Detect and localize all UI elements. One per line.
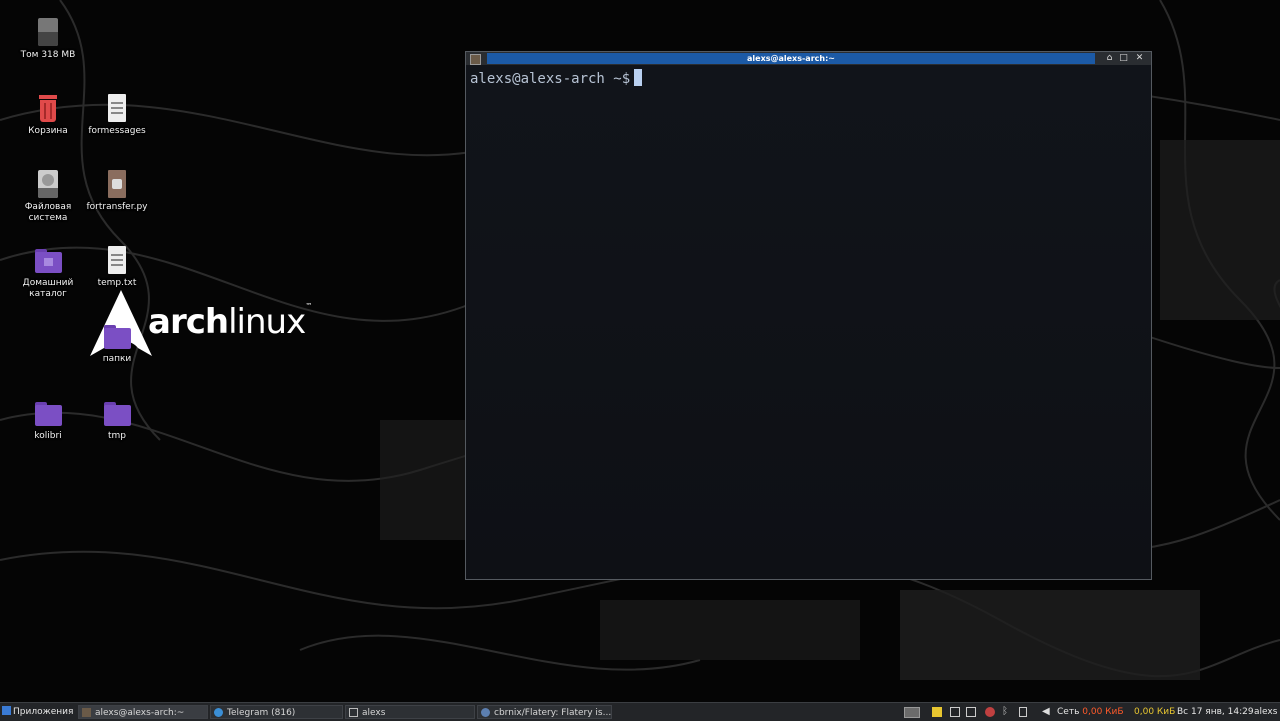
desktop-icon-trash[interactable]: Корзина [13,92,83,137]
close-window-icon[interactable]: ✕ [1134,53,1145,64]
network-download-rate: 0,00 КиБ [1082,707,1124,717]
desktop-icon-label: fortransfer.py [86,202,148,212]
maximize-window-icon[interactable]: □ [1118,53,1129,64]
home-icon [349,708,358,717]
network-monitor[interactable]: Сеть 0,00 КиБ [1057,703,1124,721]
clock[interactable]: Вс 17 янв, 14:29 [1177,703,1254,721]
taskbar: Приложения alexs@alexs-arch:~ Telegram (… [0,702,1280,721]
text-file-icon [101,92,133,124]
desktop-icon-label: Домашний каталог [22,278,74,299]
notes-icon[interactable] [932,707,942,717]
terminal-window[interactable]: alexs@alexs-arch:~ ⌂ □ ✕ alexs@alexs-arc… [465,51,1152,580]
desktop-icon-formessages[interactable]: formessages [82,92,152,137]
terminal-prompt: alexs@alexs-arch ~$ [470,71,631,87]
desktop-icon-label: папки [102,354,132,364]
user-menu[interactable]: alexs [1254,703,1280,721]
volume-icon[interactable]: ◀ [1042,707,1052,717]
shade-window-icon[interactable]: ⌂ [1104,53,1115,64]
task-label: cbrnix/Flatery: Flatery is... [494,708,612,718]
drive-icon [32,16,64,48]
home-folder-icon [32,244,64,276]
telegram-icon [214,708,223,717]
clock-datetime: Вс 17 янв, 14:29 [1177,707,1254,717]
archlinux-logo-text: archlinux™ [148,302,312,342]
desktop-icon-label: kolibri [34,431,62,441]
task-button-terminal[interactable]: alexs@alexs-arch:~ [78,705,208,719]
applications-menu-button[interactable]: Приложения [2,703,76,721]
workspace-switcher-icon[interactable] [904,707,920,718]
desktop-icon-label: tmp [107,431,126,441]
window-title: alexs@alexs-arch:~ [487,53,1095,64]
filesystem-icon [32,168,64,200]
terminal-output[interactable]: alexs@alexs-arch ~$ [466,65,1151,579]
desktop-icon-label: formessages [88,126,146,136]
desktop-icon-filesystem[interactable]: Файловая система [13,168,83,224]
desktop-icon-label: Файловая система [24,202,72,223]
network-upload-rate: 0,00 КиБ [1134,707,1176,717]
task-label: alexs@alexs-arch:~ [95,708,185,718]
desktop-icon-fortransfer[interactable]: fortransfer.py [82,168,152,213]
desktop-icon-volume[interactable]: Том 318 МВ [13,16,83,61]
desktop-icon-kolibri[interactable]: kolibri [13,397,83,442]
user-name: alexs [1254,707,1278,717]
browser-icon [481,708,490,717]
battery-icon[interactable] [1019,707,1027,717]
task-label: Telegram (816) [227,708,296,718]
folder-icon [32,397,64,429]
desktop-icon-label: Том 318 МВ [20,50,76,60]
update-notifier-icon[interactable] [985,707,995,717]
apps-menu-label: Приложения [13,707,74,717]
folder-icon [101,320,133,352]
desktop-icon-papki[interactable]: папки [82,320,152,365]
network-label: Сеть [1057,707,1080,717]
clipboard-icon[interactable] [950,707,960,717]
desktop-icon-home[interactable]: Домашний каталог [13,244,83,300]
apps-menu-icon [2,706,11,715]
task-button-file-manager[interactable]: alexs [345,705,475,719]
trash-icon [32,92,64,124]
desktop-icon-temp[interactable]: temp.txt [82,244,152,289]
network-upload-monitor[interactable]: 0,00 КиБ [1134,703,1175,721]
task-label: alexs [362,708,386,718]
screen-icon[interactable] [966,707,976,717]
desktop-icon-tmp[interactable]: tmp [82,397,152,442]
logo-text-light: linux [228,302,306,342]
folder-icon [101,397,133,429]
window-menu-icon[interactable] [470,54,481,65]
logo-text-bold: arch [148,302,229,342]
desktop-icon-label: Корзина [28,126,68,136]
terminal-icon [82,708,91,717]
task-button-telegram[interactable]: Telegram (816) [210,705,343,719]
python-file-icon [101,168,133,200]
terminal-cursor [634,69,643,86]
task-button-browser[interactable]: cbrnix/Flatery: Flatery is... [477,705,612,719]
text-file-icon [101,244,133,276]
bluetooth-icon[interactable]: ᛒ [1002,707,1012,717]
terminal-titlebar[interactable]: alexs@alexs-arch:~ ⌂ □ ✕ [466,52,1151,65]
logo-trademark: ™ [305,302,312,310]
